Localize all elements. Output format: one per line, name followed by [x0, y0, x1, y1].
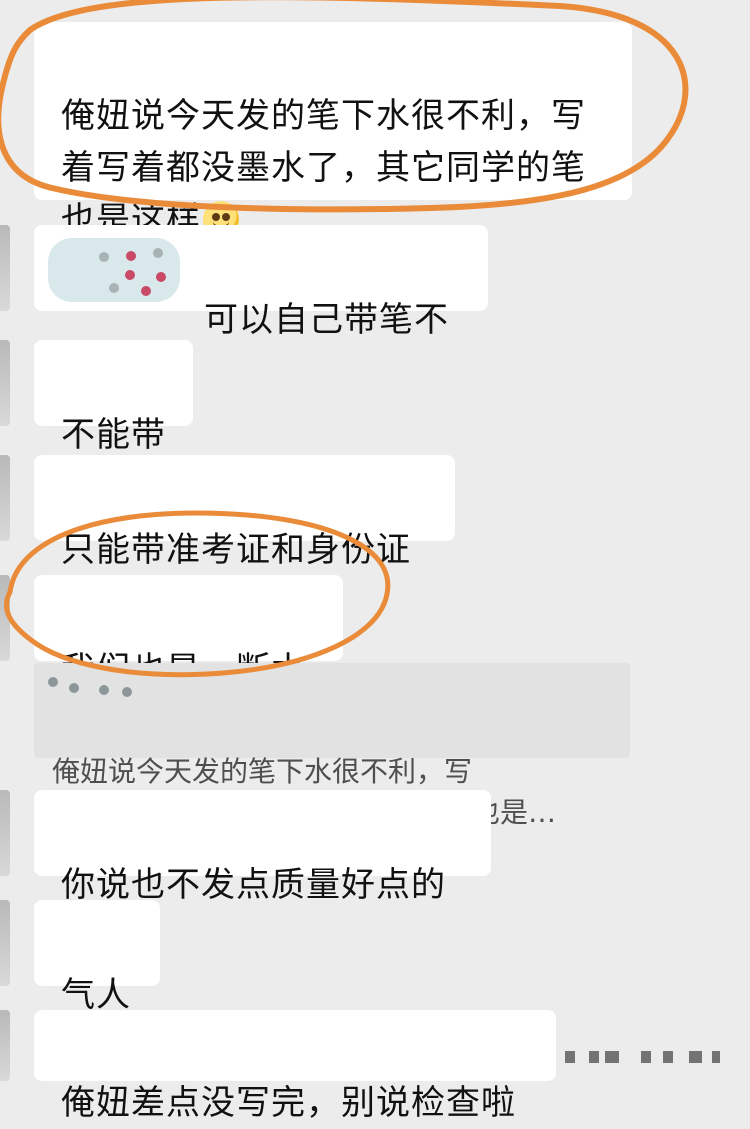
quoted-message[interactable]: 俺妞说今天发的笔下水很不利，写 着写着都没墨水了，其它同学的笔也是… [34, 663, 630, 829]
blur-dot [125, 270, 135, 280]
avatar-strip [0, 900, 10, 986]
blur-dot [156, 272, 166, 282]
message-bubble[interactable]: 不能带 [34, 340, 193, 455]
avatar-strip [0, 1010, 10, 1081]
avatar-strip [0, 455, 10, 541]
message-text: 可以自己带笔不 [204, 300, 449, 340]
message-text: 不能带 [61, 415, 166, 455]
blur-dot [126, 251, 136, 261]
message-text: 俺妞差点没写完，别说检查啦 [61, 1083, 516, 1123]
message-bubble[interactable]: 我们也是，断水 [34, 575, 343, 690]
blurred-quote-sender [48, 673, 144, 697]
avatar-strip [0, 575, 10, 661]
chat-screen: 俺妞说今天发的笔下水很不利，写 着写着都没墨水了，其它同学的笔 也是这样 可以自… [0, 0, 750, 1123]
message-bubble[interactable]: 只能带准考证和身份证 [34, 455, 455, 570]
message-text: 只能带准考证和身份证 [61, 530, 411, 570]
avatar-strip [0, 340, 10, 426]
blur-dot [99, 252, 109, 262]
avatar-strip [0, 790, 10, 876]
blur-dot [141, 286, 151, 296]
message-bubble[interactable]: 俺妞说今天发的笔下水很不利，写 着写着都没墨水了，其它同学的笔 也是这样 [34, 22, 632, 240]
blur-dot [109, 283, 119, 293]
message-text: 气人 [61, 975, 131, 1015]
avatar-strip [0, 225, 10, 311]
message-bubble[interactable]: 气人 [34, 900, 160, 1015]
message-bubble[interactable]: 俺妞差点没写完，别说检查啦 [34, 1010, 556, 1123]
message-text: 你说也不发点质量好点的 [61, 865, 446, 905]
message-text: 俺妞说今天发的笔下水很不利，写 着写着都没墨水了，其它同学的笔 也是这样 [61, 96, 586, 240]
message-bubble[interactable]: 你说也不发点质量好点的 [34, 790, 491, 905]
blur-dot [153, 248, 163, 258]
blurred-bottom-bar [565, 1051, 725, 1063]
